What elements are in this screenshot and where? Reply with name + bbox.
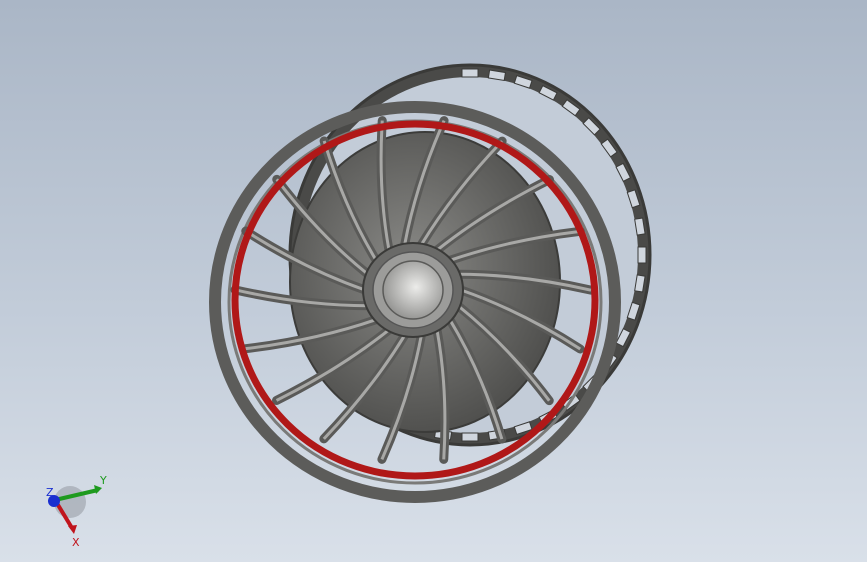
- orientation-triad: Y X Z: [46, 474, 107, 549]
- z-axis-label: Z: [46, 486, 54, 499]
- rear-slot: [637, 246, 647, 264]
- rear-slot: [461, 68, 479, 78]
- rear-slot: [461, 432, 479, 442]
- hub: [362, 242, 464, 338]
- y-axis-label: Y: [99, 474, 107, 487]
- x-axis-arrow: [68, 525, 77, 534]
- wheel-model[interactable]: [0, 0, 867, 562]
- graphics-viewport[interactable]: Y X Z: [0, 0, 867, 562]
- x-axis-label: X: [72, 536, 80, 549]
